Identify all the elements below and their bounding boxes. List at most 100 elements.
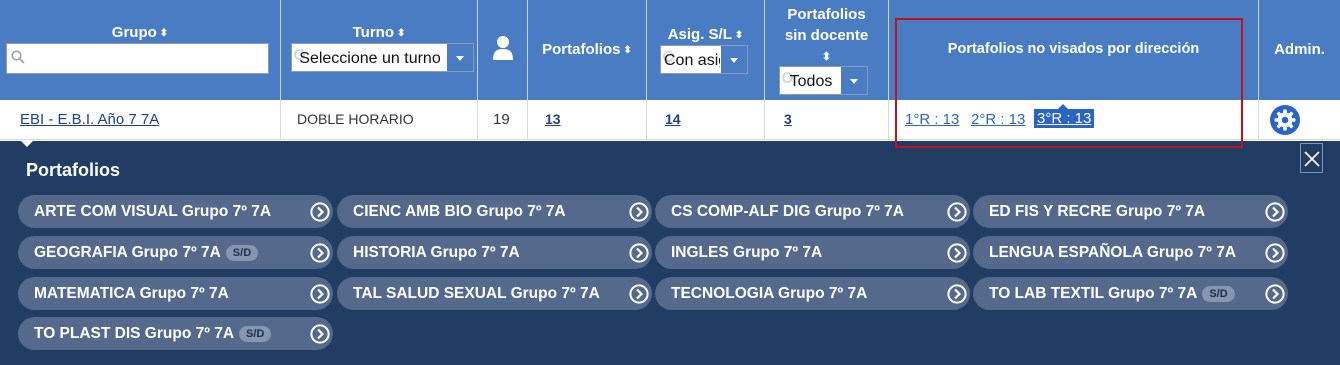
chevron-right-circle-icon[interactable] bbox=[629, 243, 649, 263]
cell-turno: DOBLE HORARIO bbox=[281, 100, 478, 140]
portafolio-item[interactable]: TAL SALUD SEXUAL Grupo 7º 7A bbox=[337, 277, 652, 310]
header-asig-title[interactable]: Asig. S/L ⬍ bbox=[647, 26, 764, 43]
portafolio-item-text: TECNOLOGIA Grupo 7º 7A bbox=[671, 285, 868, 302]
sin-docente-link[interactable]: 3 bbox=[784, 111, 792, 127]
portafolio-item[interactable]: INGLES Grupo 7º 7A bbox=[655, 236, 970, 269]
portafolio-item-text: INGLES Grupo 7º 7A bbox=[671, 244, 823, 261]
portafolio-item[interactable]: CIENC AMB BIO Grupo 7º 7A bbox=[337, 195, 652, 228]
header-admin-label: Admin. bbox=[1274, 41, 1325, 58]
header-grupo: Grupo ⬍ bbox=[0, 0, 281, 100]
chevron-right-circle-icon[interactable] bbox=[947, 284, 967, 304]
gear-icon[interactable] bbox=[1270, 105, 1300, 135]
header-turno-title[interactable]: Turno ⬍ bbox=[281, 24, 477, 41]
portafolio-item[interactable]: ARTE COM VISUAL Grupo 7º 7A bbox=[18, 195, 333, 228]
portafolio-item-text: LENGUA ESPAÑOLA Grupo 7º 7A bbox=[989, 244, 1237, 261]
sort-icon[interactable]: ⬍ bbox=[822, 52, 831, 63]
header-alumnos bbox=[478, 0, 528, 100]
portafolio-item-text: CIENC AMB BIO Grupo 7º 7A bbox=[353, 203, 566, 220]
cell-asig: 14 bbox=[647, 100, 765, 140]
chevron-right-circle-icon[interactable] bbox=[947, 243, 967, 263]
chevron-down-icon[interactable] bbox=[840, 67, 867, 94]
header-asig-label: Asig. S/L bbox=[667, 26, 732, 43]
sort-icon[interactable]: ⬍ bbox=[397, 28, 405, 39]
header-sin-docente-title[interactable]: Portafolios sin docente ⬍ bbox=[765, 4, 888, 67]
portafolio-item[interactable]: GEOGRAFIA Grupo 7º 7A S/D bbox=[18, 236, 333, 269]
portafolio-item[interactable]: TO LAB TEXTIL Grupo 7º 7A S/D bbox=[973, 277, 1288, 310]
table-header: Grupo ⬍ Turno ⬍ Seleccione un turno Portaf… bbox=[0, 0, 1340, 100]
alumnos-value: 19 bbox=[493, 111, 510, 128]
cell-grupo: EBI - E.B.I. Año 7 7A bbox=[0, 100, 281, 140]
chevron-right-circle-icon[interactable] bbox=[310, 202, 330, 222]
portafolio-item-text: ED FIS Y RECRE Grupo 7º 7A bbox=[989, 203, 1206, 220]
header-portafolios-label: Portafolios bbox=[542, 41, 621, 58]
portafolio-item-label: MATEMATICA Grupo 7º 7A bbox=[34, 285, 229, 303]
portafolios-link[interactable]: 13 bbox=[545, 111, 561, 127]
portafolio-item[interactable]: ED FIS Y RECRE Grupo 7º 7A bbox=[973, 195, 1288, 228]
header-portafolios[interactable]: Portafolios ⬍ bbox=[528, 0, 647, 100]
no-visados-3r-link[interactable]: 3°R : 13 bbox=[1034, 104, 1095, 128]
chevron-right-circle-icon[interactable] bbox=[1265, 243, 1285, 263]
portafolio-item-label: CS COMP-ALF DIG Grupo 7º 7A bbox=[671, 203, 904, 221]
portafolio-item-text: CS COMP-ALF DIG Grupo 7º 7A bbox=[671, 203, 904, 220]
header-asig: Asig. S/L⬍ Con asig bbox=[647, 0, 765, 100]
portafolio-item-text: HISTORIA Grupo 7º 7A bbox=[353, 244, 520, 261]
asig-link[interactable]: 14 bbox=[665, 111, 681, 127]
chevron-right-circle-icon[interactable] bbox=[629, 284, 649, 304]
portafolio-item-label: ARTE COM VISUAL Grupo 7º 7A bbox=[34, 203, 271, 221]
portafolio-item-text: TO PLAST DIS Grupo 7º 7A bbox=[34, 325, 235, 342]
grupo-search-input[interactable] bbox=[31, 48, 261, 70]
sin-docente-select[interactable]: Todos bbox=[779, 66, 868, 95]
asig-select[interactable]: Con asig bbox=[660, 45, 748, 74]
search-icon bbox=[11, 50, 25, 64]
portafolio-item-text: MATEMATICA Grupo 7º 7A bbox=[34, 285, 229, 302]
sort-icon[interactable]: ⬍ bbox=[735, 30, 743, 41]
sd-badge: S/D bbox=[225, 245, 259, 261]
portafolio-item[interactable]: MATEMATICA Grupo 7º 7A bbox=[18, 277, 333, 310]
portafolio-item[interactable]: LENGUA ESPAÑOLA Grupo 7º 7A bbox=[973, 236, 1288, 269]
portafolio-item-label: TO LAB TEXTIL Grupo 7º 7A S/D bbox=[989, 285, 1235, 303]
asig-select-value: Con asig bbox=[664, 52, 720, 69]
chevron-right-circle-icon[interactable] bbox=[629, 202, 649, 222]
portafolio-item-label: TO PLAST DIS Grupo 7º 7A S/D bbox=[34, 325, 272, 343]
sort-icon[interactable]: ⬍ bbox=[160, 28, 168, 39]
sort-icon[interactable]: ⬍ bbox=[623, 45, 631, 56]
header-grupo-title[interactable]: Grupo ⬍ bbox=[0, 24, 280, 41]
chevron-right-circle-icon[interactable] bbox=[1265, 202, 1285, 222]
header-sin-docente: Portafolios sin docente ⬍ Todos bbox=[765, 0, 889, 100]
portafolio-item-label: GEOGRAFIA Grupo 7º 7A S/D bbox=[34, 244, 259, 262]
header-turno-label: Turno bbox=[352, 24, 394, 41]
chevron-right-circle-icon[interactable] bbox=[310, 284, 330, 304]
chevron-right-circle-icon[interactable] bbox=[310, 324, 330, 344]
portafolio-item[interactable]: CS COMP-ALF DIG Grupo 7º 7A bbox=[655, 195, 970, 228]
sin-docente-select-value: Todos bbox=[789, 73, 833, 90]
panel-title: Portafolios bbox=[26, 160, 121, 180]
portafolio-item-text: TO LAB TEXTIL Grupo 7º 7A bbox=[989, 285, 1198, 302]
chevron-right-circle-icon[interactable] bbox=[310, 243, 330, 263]
no-visados-1r-link[interactable]: 1°R : 13 bbox=[905, 111, 959, 128]
header-no-visados-label: Portafolios no visados por dirección bbox=[947, 41, 1200, 57]
portafolio-item-label: ED FIS Y RECRE Grupo 7º 7A bbox=[989, 203, 1205, 221]
portafolio-item-label: TECNOLOGIA Grupo 7º 7A bbox=[671, 285, 867, 303]
grupo-link[interactable]: EBI - E.B.I. Año 7 7A bbox=[20, 111, 159, 128]
chevron-right-circle-icon[interactable] bbox=[1265, 284, 1285, 304]
portafolios-panel: Portafolios ARTE COM VISUAL Grupo 7º 7A C… bbox=[0, 140, 1340, 365]
header-turno: Turno ⬍ Seleccione un turno bbox=[281, 0, 478, 100]
close-button[interactable] bbox=[1300, 143, 1323, 173]
cell-portafolios: 13 bbox=[528, 100, 647, 140]
grupo-search-field[interactable] bbox=[6, 43, 269, 74]
header-admin: Admin. bbox=[1259, 0, 1340, 100]
turno-select[interactable]: Seleccione un turno bbox=[291, 43, 474, 72]
portafolio-item[interactable]: TECNOLOGIA Grupo 7º 7A bbox=[655, 277, 970, 310]
header-grupo-label: Grupo bbox=[111, 24, 157, 41]
portafolio-item-label: LENGUA ESPAÑOLA Grupo 7º 7A bbox=[989, 244, 1236, 262]
portafolio-item[interactable]: TO PLAST DIS Grupo 7º 7A S/D bbox=[18, 317, 333, 350]
chevron-right-circle-icon[interactable] bbox=[947, 202, 967, 222]
chevron-down-icon[interactable] bbox=[446, 44, 473, 71]
portafolio-item-label: HISTORIA Grupo 7º 7A bbox=[353, 244, 520, 262]
header-sin-docente-label-1: Portafolios bbox=[787, 6, 866, 23]
no-visados-2r-link[interactable]: 2°R : 13 bbox=[971, 111, 1025, 128]
portafolio-item[interactable]: HISTORIA Grupo 7º 7A bbox=[337, 236, 652, 269]
turno-select-value: Seleccione un turno bbox=[299, 50, 441, 67]
chevron-down-icon[interactable] bbox=[720, 46, 747, 73]
cell-sin-docente: 3 bbox=[765, 100, 889, 140]
